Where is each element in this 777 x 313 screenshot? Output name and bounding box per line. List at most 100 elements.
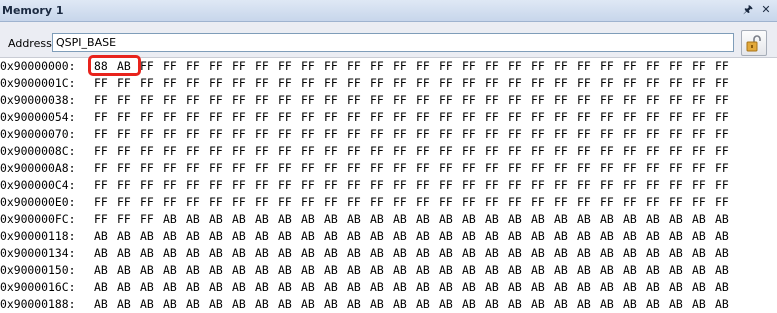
memory-byte[interactable]: FF (439, 126, 462, 143)
memory-byte[interactable]: AB (531, 245, 554, 262)
memory-byte[interactable]: FF (324, 92, 347, 109)
memory-byte[interactable]: AB (715, 279, 738, 296)
memory-byte[interactable]: AB (485, 296, 508, 313)
memory-byte[interactable]: FF (370, 160, 393, 177)
memory-byte[interactable]: FF (255, 109, 278, 126)
memory-byte[interactable]: AB (301, 296, 324, 313)
memory-byte[interactable]: FF (508, 58, 531, 75)
memory-byte[interactable]: FF (577, 58, 600, 75)
memory-byte[interactable]: AB (485, 262, 508, 279)
memory-byte[interactable]: FF (577, 143, 600, 160)
memory-byte[interactable]: FF (140, 211, 163, 228)
memory-byte[interactable]: FF (301, 92, 324, 109)
memory-byte[interactable]: FF (232, 160, 255, 177)
memory-byte[interactable]: AB (715, 245, 738, 262)
memory-byte[interactable]: FF (462, 58, 485, 75)
memory-byte[interactable]: FF (209, 75, 232, 92)
memory-byte[interactable]: FF (623, 177, 646, 194)
memory-byte[interactable]: FF (301, 194, 324, 211)
memory-byte[interactable]: FF (301, 109, 324, 126)
memory-byte[interactable]: FF (255, 75, 278, 92)
memory-byte[interactable]: FF (416, 109, 439, 126)
memory-byte[interactable]: AB (117, 228, 140, 245)
memory-byte[interactable]: FF (324, 126, 347, 143)
memory-byte[interactable]: FF (324, 58, 347, 75)
memory-byte[interactable]: FF (163, 58, 186, 75)
memory-byte[interactable]: FF (669, 58, 692, 75)
memory-byte[interactable]: AB (669, 279, 692, 296)
address-input[interactable] (52, 33, 734, 52)
memory-byte[interactable]: FF (347, 194, 370, 211)
memory-byte[interactable]: AB (393, 228, 416, 245)
memory-byte[interactable]: AB (163, 211, 186, 228)
memory-byte[interactable]: FF (209, 194, 232, 211)
memory-byte[interactable]: FF (324, 143, 347, 160)
memory-byte[interactable]: FF (439, 177, 462, 194)
memory-byte[interactable]: FF (232, 177, 255, 194)
memory-byte[interactable]: FF (140, 194, 163, 211)
memory-byte[interactable]: AB (692, 262, 715, 279)
memory-byte[interactable]: FF (94, 160, 117, 177)
memory-byte[interactable]: FF (186, 92, 209, 109)
memory-byte[interactable]: AB (278, 262, 301, 279)
memory-byte[interactable]: FF (715, 160, 738, 177)
memory-byte[interactable]: AB (163, 279, 186, 296)
memory-byte[interactable]: FF (255, 160, 278, 177)
memory-byte[interactable]: FF (232, 92, 255, 109)
memory-byte[interactable]: AB (462, 279, 485, 296)
memory-byte[interactable]: FF (715, 92, 738, 109)
memory-byte[interactable]: FF (209, 126, 232, 143)
memory-byte[interactable]: FF (577, 109, 600, 126)
memory-byte[interactable]: FF (715, 194, 738, 211)
memory-byte[interactable]: FF (600, 194, 623, 211)
memory-byte[interactable]: FF (163, 177, 186, 194)
memory-byte[interactable]: FF (623, 109, 646, 126)
memory-byte[interactable]: FF (485, 58, 508, 75)
memory-byte[interactable]: FF (485, 160, 508, 177)
memory-byte[interactable]: FF (439, 194, 462, 211)
memory-byte[interactable]: FF (692, 177, 715, 194)
memory-byte[interactable]: FF (715, 143, 738, 160)
memory-byte[interactable]: AB (577, 211, 600, 228)
memory-byte[interactable]: FF (485, 92, 508, 109)
memory-byte[interactable]: AB (232, 262, 255, 279)
memory-byte[interactable]: AB (255, 279, 278, 296)
memory-byte[interactable]: AB (416, 228, 439, 245)
memory-byte[interactable]: FF (646, 58, 669, 75)
memory-byte[interactable]: FF (324, 109, 347, 126)
memory-byte[interactable]: FF (324, 160, 347, 177)
memory-byte[interactable]: FF (393, 160, 416, 177)
memory-byte[interactable]: FF (554, 194, 577, 211)
memory-byte[interactable]: FF (485, 126, 508, 143)
memory-byte[interactable]: FF (600, 92, 623, 109)
memory-byte[interactable]: FF (209, 92, 232, 109)
memory-byte[interactable]: AB (140, 262, 163, 279)
memory-byte[interactable]: FF (278, 160, 301, 177)
memory-byte[interactable]: FF (646, 177, 669, 194)
memory-byte[interactable]: FF (715, 75, 738, 92)
memory-byte[interactable]: FF (393, 58, 416, 75)
memory-byte[interactable]: AB (692, 296, 715, 313)
memory-byte[interactable]: FF (623, 92, 646, 109)
memory-byte[interactable]: FF (439, 58, 462, 75)
memory-byte[interactable]: FF (577, 160, 600, 177)
memory-byte[interactable]: FF (623, 194, 646, 211)
memory-byte[interactable]: FF (462, 75, 485, 92)
memory-byte[interactable]: AB (715, 228, 738, 245)
memory-byte[interactable]: FF (577, 177, 600, 194)
memory-byte[interactable]: AB (439, 279, 462, 296)
memory-byte[interactable]: AB (347, 262, 370, 279)
memory-byte[interactable]: AB (117, 279, 140, 296)
memory-byte[interactable]: AB (508, 245, 531, 262)
memory-byte[interactable]: FF (186, 126, 209, 143)
memory-byte[interactable]: FF (600, 58, 623, 75)
memory-byte[interactable]: AB (462, 228, 485, 245)
memory-byte[interactable]: FF (692, 58, 715, 75)
memory-byte[interactable]: FF (669, 92, 692, 109)
memory-byte[interactable]: FF (140, 126, 163, 143)
memory-byte[interactable]: FF (370, 109, 393, 126)
memory-byte[interactable]: AB (209, 228, 232, 245)
memory-byte[interactable]: FF (646, 92, 669, 109)
memory-byte[interactable]: FF (209, 143, 232, 160)
memory-byte[interactable]: AB (255, 228, 278, 245)
